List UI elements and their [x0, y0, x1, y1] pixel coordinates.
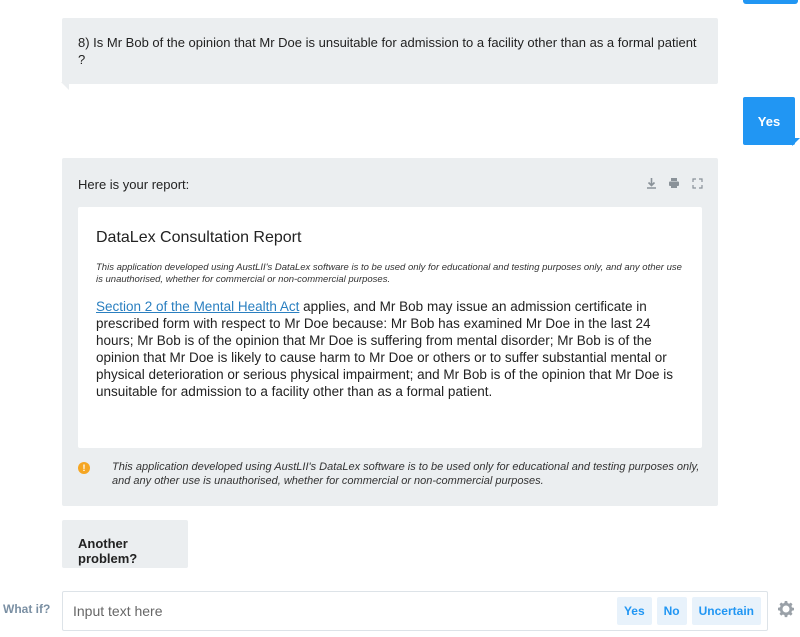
- previous-user-bubble: [743, 0, 798, 4]
- bubble-tail: [61, 82, 69, 90]
- download-icon[interactable]: [644, 176, 658, 190]
- user-reply-bubble: Yes: [743, 97, 800, 146]
- report-body: Section 2 of the Mental Health Act appli…: [96, 298, 684, 400]
- act-section-link[interactable]: Section 2 of the Mental Health Act: [96, 299, 299, 314]
- report-toolbar: [644, 176, 704, 190]
- warning-icon: !: [78, 462, 90, 474]
- report-intro: Here is your report:: [78, 177, 190, 192]
- report-body-text: applies, and Mr Bob may issue an admissi…: [96, 299, 674, 399]
- quick-replies: Yes No Uncertain: [616, 597, 761, 625]
- input-bar: What if? Yes No Uncertain: [0, 589, 800, 633]
- report-title: DataLex Consultation Report: [96, 229, 302, 246]
- quick-reply-yes[interactable]: Yes: [616, 597, 652, 625]
- what-if-button[interactable]: What if?: [3, 602, 50, 616]
- print-icon[interactable]: [667, 176, 681, 190]
- warning-row: ! This application developed using AustL…: [78, 460, 708, 488]
- warning-text: This application developed using AustLII…: [112, 461, 700, 487]
- bot-question-bubble: 8) Is Mr Bob of the opinion that Mr Doe …: [61, 18, 718, 90]
- question-text: 8) Is Mr Bob of the opinion that Mr Doe …: [78, 35, 697, 67]
- input-container: Yes No Uncertain: [62, 591, 768, 631]
- chat-input[interactable]: [63, 592, 603, 630]
- report-bubble: Here is your report: DataLex Consultatio…: [62, 158, 718, 506]
- user-bubble-tail: [792, 138, 800, 146]
- user-reply-text: Yes: [757, 113, 781, 129]
- quick-reply-uncertain[interactable]: Uncertain: [691, 597, 761, 625]
- quick-reply-no[interactable]: No: [656, 597, 687, 625]
- gear-icon[interactable]: [777, 600, 795, 623]
- report-disclaimer: This application developed using AustLII…: [96, 262, 682, 285]
- report-card: DataLex Consultation Report This applica…: [78, 207, 702, 448]
- expand-icon[interactable]: [690, 176, 704, 190]
- another-problem-text: Another problem?: [78, 536, 138, 566]
- another-problem-bubble[interactable]: Another problem?: [62, 520, 188, 568]
